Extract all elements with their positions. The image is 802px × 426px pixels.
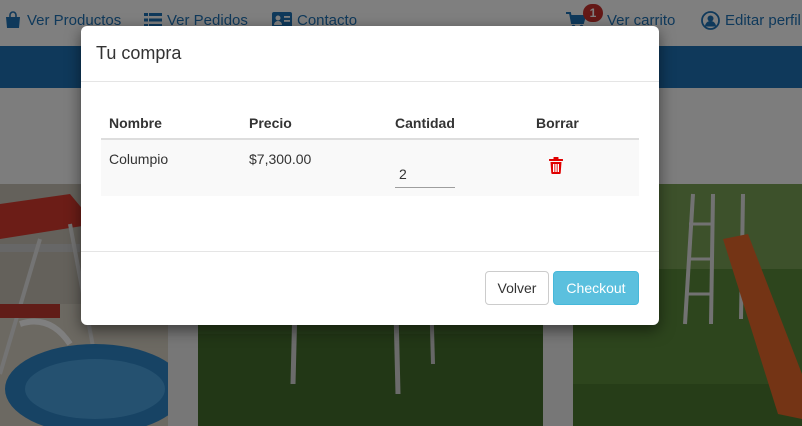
back-button[interactable]: Volver: [485, 271, 549, 305]
table-row: Columpio $7,300.00: [101, 140, 639, 196]
column-header-price: Precio: [249, 115, 292, 131]
modal-footer: Volver Checkout: [81, 251, 659, 325]
column-header-name: Nombre: [109, 115, 162, 131]
item-name: Columpio: [109, 151, 169, 167]
trash-icon[interactable]: [548, 157, 564, 174]
cart-modal: Tu compra Nombre Precio Cantidad Borrar …: [81, 26, 659, 325]
modal-title: Tu compra: [96, 43, 182, 63]
column-header-delete: Borrar: [536, 115, 579, 131]
column-header-quantity: Cantidad: [395, 115, 455, 131]
quantity-input[interactable]: [395, 154, 455, 188]
checkout-button[interactable]: Checkout: [553, 271, 639, 305]
item-price: $7,300.00: [249, 151, 312, 167]
modal-header: Tu compra: [81, 26, 659, 82]
